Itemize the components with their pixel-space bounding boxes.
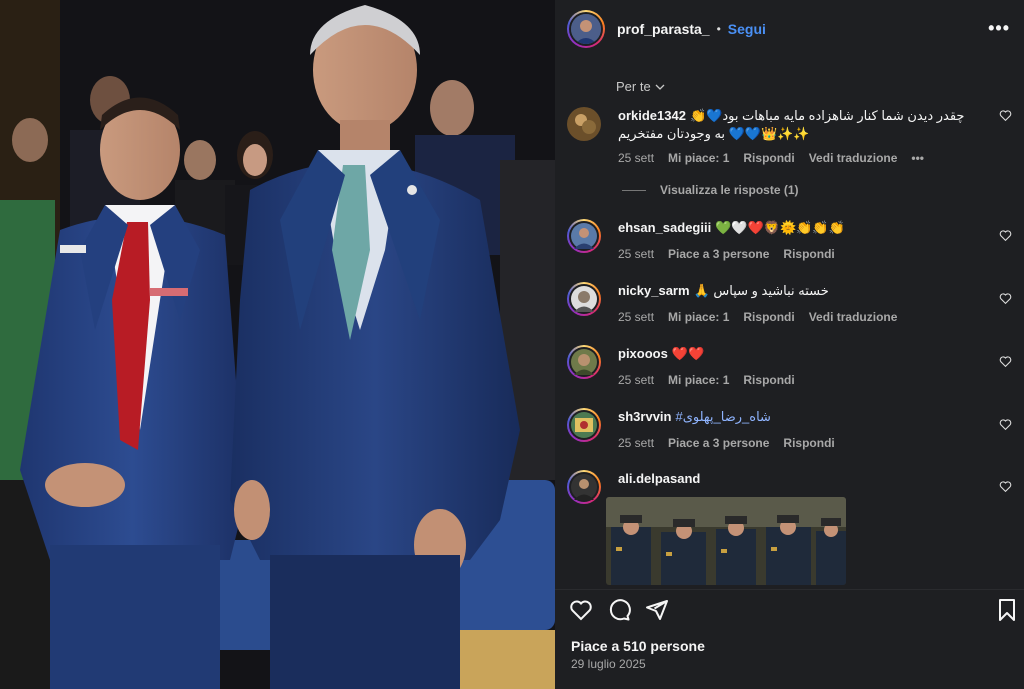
comment-username[interactable]: orkide1342 — [618, 108, 686, 123]
comment-likes[interactable]: Piace a 3 persone — [668, 245, 769, 263]
author-avatar[interactable] — [567, 10, 605, 48]
likes-count[interactable]: Piace a 510 persone — [571, 638, 705, 654]
comment-hashtag[interactable]: #شاه_رضا_پهلوی — [675, 409, 770, 424]
comment-likes[interactable]: Mi piace: 1 — [668, 371, 729, 389]
follow-button[interactable]: Segui — [728, 21, 766, 37]
comments-filter-dropdown[interactable]: Per te — [616, 79, 665, 94]
view-replies-button[interactable]: Visualizza le risposte (1) — [622, 183, 799, 197]
comment-likes[interactable]: Mi piace: 1 — [668, 308, 729, 326]
heart-icon[interactable] — [999, 355, 1012, 368]
commenter-avatar[interactable] — [567, 107, 601, 146]
comment-gif-image[interactable] — [606, 497, 846, 585]
comment-text: 🙏 خسته نباشید و سپاس — [693, 283, 829, 298]
comments-panel: prof_parasta_ • Segui ••• Per te orkide1… — [555, 0, 1024, 689]
post-header: prof_parasta_ • Segui ••• — [555, 0, 1024, 58]
actions-divider — [555, 589, 1024, 590]
reply-button[interactable]: Rispondi — [783, 434, 834, 452]
comment-date: 25 sett — [618, 151, 655, 165]
comment-likes[interactable]: Mi piace: 1 — [668, 149, 729, 167]
comment-username[interactable]: sh3rvvin — [618, 409, 671, 424]
comment-username[interactable]: ehsan_sadegiii — [618, 220, 711, 235]
author-username[interactable]: prof_parasta_ — [617, 21, 710, 37]
heart-icon[interactable] — [999, 109, 1012, 122]
heart-icon[interactable] — [999, 480, 1012, 493]
translate-button[interactable]: Vedi traduzione — [809, 308, 898, 326]
heart-icon[interactable] — [999, 229, 1012, 242]
commenter-avatar[interactable] — [567, 470, 601, 504]
bookmark-icon[interactable] — [995, 598, 1019, 622]
comment-icon[interactable] — [607, 598, 631, 622]
post-photo[interactable] — [0, 0, 555, 689]
comment-date: 25 sett — [618, 373, 655, 387]
photo-illustration — [0, 0, 555, 689]
comment-more-icon[interactable]: ••• — [911, 149, 924, 167]
post-actions-bar — [569, 598, 1019, 622]
comment-username[interactable]: pixooos — [618, 346, 668, 361]
commenter-avatar[interactable] — [567, 408, 601, 442]
commenter-avatar[interactable] — [567, 345, 601, 379]
heart-icon[interactable] — [999, 292, 1012, 305]
comment-body: sh3rvvin #شاه_رضا_پهلوی 25 sett Piace a 3… — [618, 408, 978, 452]
comment-body: ali.delpasand — [618, 470, 978, 488]
comment-body: nicky_sarm 🙏 خسته نباشید و سپاس 25 sett M… — [618, 282, 978, 326]
comment-username[interactable]: nicky_sarm — [618, 283, 690, 298]
comment-text: ❤️❤️ — [671, 346, 705, 361]
chevron-down-icon — [655, 84, 665, 90]
commenter-avatar[interactable] — [567, 219, 601, 253]
view-replies-label: Visualizza le risposte (1) — [660, 183, 799, 197]
reply-button[interactable]: Rispondi — [783, 245, 834, 263]
comment-body: pixooos ❤️❤️ 25 sett Mi piace: 1 Rispondi — [618, 345, 978, 389]
comment-date: 25 sett — [618, 310, 655, 324]
post-date: 29 luglio 2025 — [571, 657, 646, 671]
share-icon[interactable] — [645, 598, 669, 622]
more-options-icon[interactable]: ••• — [988, 18, 1010, 39]
reply-button[interactable]: Rispondi — [743, 149, 794, 167]
commenter-avatar[interactable] — [567, 282, 601, 316]
comment-username[interactable]: ali.delpasand — [618, 471, 700, 486]
filter-label: Per te — [616, 79, 651, 94]
comment-text: 💚🤍❤️🦁🌞👏👏👏 — [715, 220, 845, 235]
comment-date: 25 sett — [618, 436, 655, 450]
reply-button[interactable]: Rispondi — [743, 371, 794, 389]
reply-button[interactable]: Rispondi — [743, 308, 794, 326]
translate-button[interactable]: Vedi traduzione — [809, 149, 898, 167]
separator-dot: • — [716, 22, 721, 36]
comment-date: 25 sett — [618, 247, 655, 261]
heart-icon[interactable] — [569, 598, 593, 622]
replies-divider-line — [622, 189, 646, 191]
heart-icon[interactable] — [999, 418, 1012, 431]
comment-likes[interactable]: Piace a 3 persone — [668, 434, 769, 452]
comment-body: ehsan_sadegiii 💚🤍❤️🦁🌞👏👏👏 25 sett Piace a … — [618, 219, 978, 263]
comment-body: orkide1342 👏💙چقدر دیدن شما کنار شاهزاده م… — [618, 107, 978, 167]
